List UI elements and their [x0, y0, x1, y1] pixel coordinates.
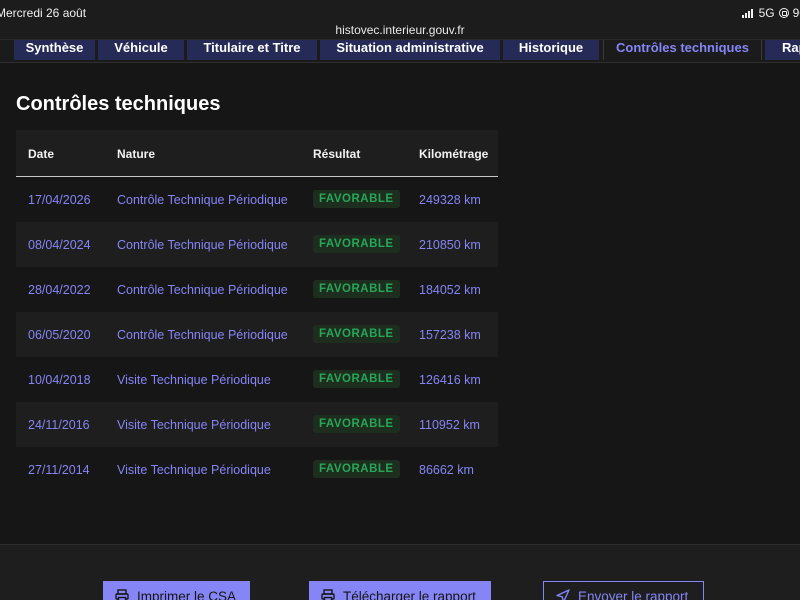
header-date: Date: [28, 147, 55, 161]
tab-label: Contrôles techniques: [616, 40, 749, 55]
tab-bar: Synthèse Véhicule Titulaire et Titre Sit…: [0, 40, 800, 62]
row-nature: Visite Technique Périodique: [117, 373, 271, 387]
table-row: 08/04/2024 Contrôle Technique Périodique…: [16, 222, 498, 267]
status-badge: FAVORABLE: [313, 235, 400, 253]
printer-icon: [115, 589, 129, 600]
url-text: histovec.interieur.gouv.fr: [335, 23, 465, 37]
row-nature: Contrôle Technique Périodique: [117, 193, 288, 207]
page-title: Contrôles techniques: [16, 93, 221, 115]
address-bar[interactable]: histovec.interieur.gouv.fr: [0, 22, 800, 40]
download-report-button[interactable]: Télécharger le rapport: [309, 581, 491, 600]
tab-titulaire[interactable]: Titulaire et Titre: [187, 40, 317, 60]
status-date: Mercredi 26 août: [0, 6, 87, 20]
status-badge: FAVORABLE: [313, 190, 400, 208]
row-nature: Visite Technique Périodique: [117, 463, 271, 477]
send-report-label: Envoyer le rapport: [578, 588, 689, 600]
row-mileage: 249328 km: [419, 193, 481, 207]
header-nature: Nature: [117, 147, 156, 161]
tab-vehicule[interactable]: Véhicule: [98, 40, 184, 60]
row-mileage: 210850 km: [419, 238, 481, 252]
table-row: 24/11/2016 Visite Technique Périodique F…: [16, 402, 498, 447]
table-row: 28/04/2022 Contrôle Technique Périodique…: [16, 267, 498, 312]
network-label: 5G: [758, 6, 775, 20]
tab-label: Situation administrative: [336, 40, 484, 55]
tab-rapport[interactable]: Rap: [765, 40, 800, 60]
row-date: 27/11/2014: [28, 463, 90, 477]
status-bar: Mercredi 26 août 5G 90: [0, 0, 800, 24]
print-csa-button[interactable]: Imprimer le CSA: [103, 581, 250, 600]
row-nature: Contrôle Technique Périodique: [117, 283, 288, 297]
table-row: 17/04/2026 Contrôle Technique Périodique…: [16, 177, 498, 222]
signal-icon: [741, 8, 753, 18]
row-date: 28/04/2022: [28, 283, 91, 297]
status-badge: FAVORABLE: [313, 280, 400, 298]
row-mileage: 110952 km: [419, 418, 480, 432]
row-mileage: 126416 km: [419, 373, 481, 387]
row-mileage: 184052 km: [419, 283, 481, 297]
row-nature: Contrôle Technique Périodique: [117, 238, 288, 252]
download-report-label: Télécharger le rapport: [343, 588, 476, 600]
row-date: 24/11/2016: [28, 418, 90, 432]
row-date: 06/05/2020: [28, 328, 91, 342]
tab-situation-administrative[interactable]: Situation administrative: [320, 40, 500, 60]
header-mileage: Kilométrage: [419, 147, 489, 161]
tab-label: Rap: [782, 40, 800, 55]
print-csa-label: Imprimer le CSA: [137, 588, 237, 600]
tab-synthese[interactable]: Synthèse: [14, 40, 95, 60]
tab-label: Titulaire et Titre: [203, 40, 301, 55]
tab-controles-techniques[interactable]: Contrôles techniques: [603, 40, 762, 60]
row-nature: Contrôle Technique Périodique: [117, 328, 288, 342]
send-report-button[interactable]: Envoyer le rapport: [543, 581, 704, 600]
table-row: 27/11/2014 Visite Technique Périodique F…: [16, 447, 498, 492]
status-indicators: 5G 90: [741, 6, 800, 20]
battery-label: 90: [792, 6, 800, 20]
tab-historique[interactable]: Historique: [503, 40, 599, 60]
row-date: 08/04/2024: [28, 238, 91, 252]
status-badge: FAVORABLE: [313, 415, 400, 433]
printer-icon: [321, 589, 335, 600]
header-result: Résultat: [313, 147, 361, 161]
action-bar: Imprimer le CSA Télécharger le rapport E…: [0, 544, 800, 600]
main-content: Contrôles techniques Date Nature Résulta…: [0, 62, 800, 544]
row-date: 10/04/2018: [28, 373, 91, 387]
status-badge: FAVORABLE: [313, 460, 400, 478]
orientation-lock-icon: [778, 8, 789, 18]
table-header: Date Nature Résultat Kilométrage: [16, 130, 498, 177]
row-mileage: 86662 km: [419, 463, 474, 477]
row-nature: Visite Technique Périodique: [117, 418, 271, 432]
technical-inspections-table: Date Nature Résultat Kilométrage 17/04/2…: [16, 130, 498, 492]
tab-label: Synthèse: [25, 40, 84, 55]
tab-label: Véhicule: [114, 40, 168, 55]
tab-label: Historique: [518, 40, 584, 55]
send-icon: [556, 589, 570, 600]
status-badge: FAVORABLE: [313, 325, 400, 343]
row-date: 17/04/2026: [28, 193, 91, 207]
row-mileage: 157238 km: [419, 328, 481, 342]
table-row: 10/04/2018 Visite Technique Périodique F…: [16, 357, 498, 402]
status-badge: FAVORABLE: [313, 370, 400, 388]
table-row: 06/05/2020 Contrôle Technique Périodique…: [16, 312, 498, 357]
